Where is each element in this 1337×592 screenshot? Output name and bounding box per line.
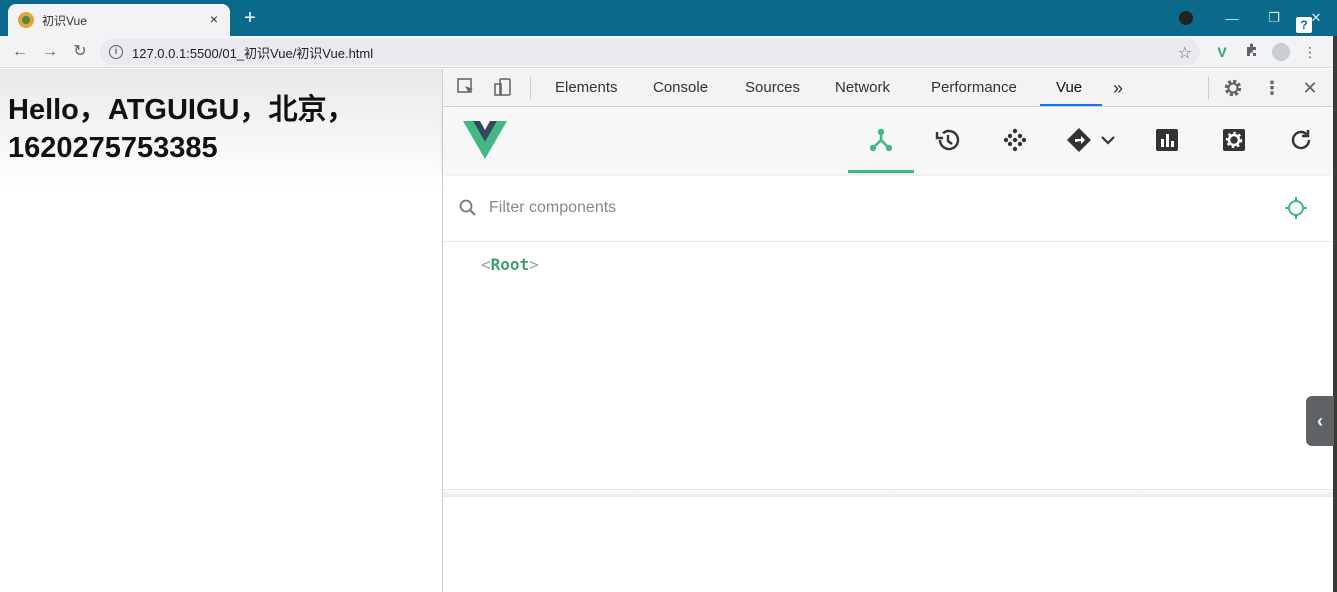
window-controls: — ❐ ✕ (1211, 0, 1337, 36)
component-tree: <Root> (443, 243, 1333, 489)
web-page: Hello，ATGUIGU，北京，1620275753385 (0, 69, 442, 592)
reload-button[interactable]: ↻ (70, 42, 90, 62)
favicon-icon (18, 12, 34, 28)
more-tabs-button[interactable]: » (1113, 69, 1123, 107)
components-icon[interactable] (861, 122, 901, 158)
tab-elements[interactable]: Elements (555, 69, 618, 107)
vue-devtools-extension-icon[interactable]: V (1212, 42, 1232, 62)
search-icon (459, 199, 476, 216)
new-tab-button[interactable]: + (240, 8, 260, 28)
settings-gear-icon[interactable] (1223, 78, 1243, 98)
vuex-dots-icon[interactable] (995, 122, 1035, 158)
tab-title: 初识Vue (42, 13, 87, 28)
component-details-pane (443, 497, 1333, 592)
restore-button[interactable]: ❐ (1253, 10, 1295, 26)
tab-network[interactable]: Network (835, 69, 890, 107)
tree-close-bracket: > (529, 255, 539, 274)
toolbar-separator (530, 77, 531, 99)
bookmark-star-icon[interactable]: ☆ (1178, 43, 1192, 63)
active-tab-indicator (1040, 104, 1102, 106)
account-avatar-icon[interactable] (1272, 43, 1290, 61)
devtools-menu-icon[interactable]: ⋮ (1262, 78, 1282, 98)
browser-tab-strip: 初识Vue × + — ❐ ✕ ? (0, 0, 1337, 36)
tab-performance[interactable]: Performance (931, 69, 1017, 107)
browser-toolbar: ← → ↻ i 127.0.0.1:5500/01_初识Vue/初识Vue.ht… (0, 36, 1337, 68)
minimize-button[interactable]: — (1211, 11, 1253, 26)
back-button[interactable]: ← (10, 42, 30, 62)
tree-node-name[interactable]: Root (491, 255, 530, 274)
toolbar-separator (1208, 77, 1209, 99)
forward-button[interactable]: → (40, 42, 60, 62)
devtools-tab-bar: Elements Console Sources Network Perform… (443, 69, 1333, 107)
tab-sources[interactable]: Sources (745, 69, 800, 107)
help-icon[interactable]: ? (1296, 17, 1312, 33)
address-bar[interactable]: i 127.0.0.1:5500/01_初识Vue/初识Vue.html ☆ (100, 39, 1200, 65)
profile-icon[interactable] (1179, 11, 1193, 25)
settings-panel-icon[interactable] (1214, 122, 1254, 158)
device-toolbar-icon[interactable] (493, 78, 513, 98)
filter-bar (443, 176, 1333, 242)
pane-resize-handle[interactable] (443, 489, 1333, 497)
tab-close-button[interactable]: × (206, 11, 222, 27)
routing-dropdown-icon[interactable] (1061, 122, 1121, 158)
tab-console[interactable]: Console (653, 69, 708, 107)
site-info-icon[interactable]: i (109, 45, 123, 59)
side-panel-toggle[interactable]: ‹ (1306, 396, 1334, 446)
tree-open-bracket: < (481, 255, 491, 274)
devtools-panel: Elements Console Sources Network Perform… (443, 69, 1333, 592)
extensions-puzzle-icon[interactable] (1242, 42, 1262, 62)
tab-vue[interactable]: Vue (1056, 69, 1082, 107)
browser-menu-icon[interactable]: ⋮ (1300, 42, 1320, 62)
select-component-target-icon[interactable] (1284, 196, 1308, 220)
page-heading: Hello，ATGUIGU，北京，1620275753385 (8, 94, 356, 164)
extension-icons: V ⋮ (1212, 42, 1320, 62)
vue-logo-icon (463, 121, 507, 159)
tree-node-root[interactable]: <Root> (481, 255, 539, 275)
browser-tab[interactable]: 初识Vue × (8, 4, 230, 36)
vue-devtools-header (443, 108, 1333, 174)
window-edge (1333, 36, 1337, 592)
active-view-indicator (848, 170, 914, 173)
devtools-close-icon[interactable]: ✕ (1300, 78, 1320, 98)
filter-components-input[interactable] (489, 196, 1249, 220)
refresh-icon[interactable] (1281, 122, 1321, 158)
timeline-history-icon[interactable] (928, 122, 968, 158)
performance-chart-icon[interactable] (1147, 122, 1187, 158)
inspect-element-icon[interactable] (456, 78, 476, 98)
url-text[interactable]: 127.0.0.1:5500/01_初识Vue/初识Vue.html (132, 43, 373, 62)
